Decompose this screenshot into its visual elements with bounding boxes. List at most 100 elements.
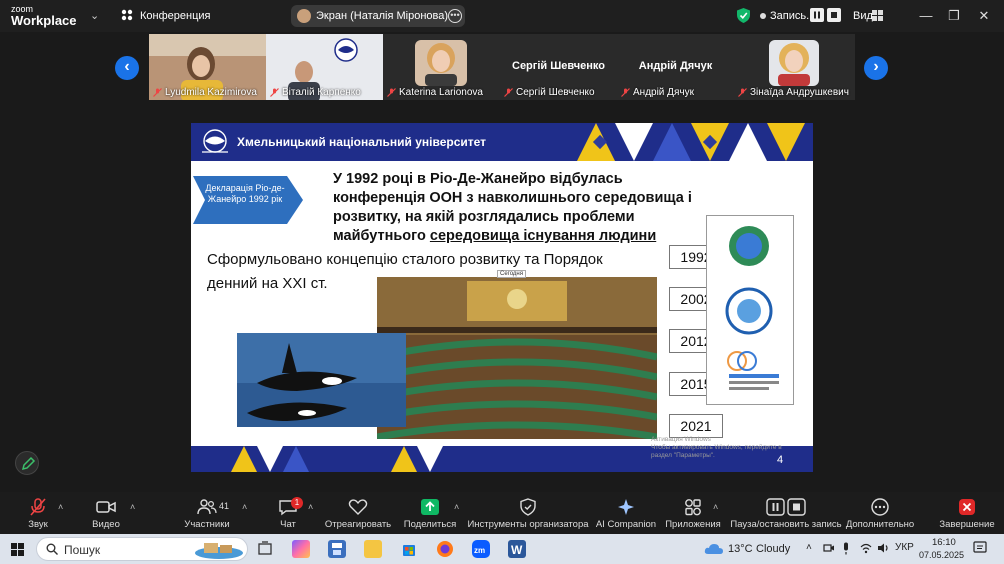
weather-description: Cloudy	[756, 543, 791, 555]
meeting-title[interactable]: Конференция	[140, 10, 210, 22]
apps-label: Приложения	[665, 519, 721, 530]
chat-badge: 1	[291, 497, 303, 509]
avatar	[297, 9, 311, 23]
ai-companion-label: AI Companion	[595, 519, 657, 530]
year-box: 2021	[669, 414, 723, 438]
people-icon	[197, 499, 217, 515]
participant-tile[interactable]: Андрій Дячук Андрій Дячук	[617, 34, 734, 100]
slide-number: 4	[777, 454, 784, 466]
weather-temperature: 13°C	[728, 543, 753, 555]
cloud-icon[interactable]	[704, 542, 724, 555]
participant-name: Katerina Larionova	[387, 87, 483, 98]
copilot-icon[interactable]	[292, 540, 310, 558]
chevron-up-icon[interactable]: ˄	[713, 502, 718, 512]
chevron-up-icon[interactable]: ˄	[130, 502, 135, 512]
decorative-pattern	[231, 446, 443, 472]
close-button[interactable]: ✕	[976, 8, 992, 24]
notifications-icon[interactable]	[973, 541, 987, 555]
more-icon[interactable]: •••	[448, 9, 462, 23]
activation-line: Активация Windows	[651, 436, 711, 443]
participants-button[interactable]: Участники	[167, 498, 247, 530]
host-tools-label: Инструменты организатора	[467, 519, 589, 530]
gallery-next-button[interactable]: ›	[864, 56, 888, 80]
meeting-icon	[121, 9, 133, 21]
wifi-icon[interactable]	[860, 542, 872, 554]
mic-off-icon	[504, 88, 513, 97]
participant-name: Зінаїда Андрушкевич	[738, 87, 849, 98]
chevron-up-icon[interactable]: ˄	[454, 502, 459, 512]
chevron-up-icon[interactable]: ˄	[806, 542, 812, 553]
svg-text:zm: zm	[474, 546, 485, 555]
tooltip: Сегодня	[497, 270, 526, 278]
windows-start-icon[interactable]	[11, 543, 24, 556]
sparkle-icon	[618, 499, 634, 515]
clock-time[interactable]: 16:10	[932, 537, 956, 548]
speaker-icon[interactable]	[877, 542, 889, 554]
task-view-icon[interactable]	[256, 540, 274, 558]
stop-icon	[831, 12, 837, 18]
participant-tile[interactable]: Katerina Larionova	[383, 34, 500, 100]
more-label: Дополнительно	[845, 519, 915, 530]
video-gallery: Lyudmila Kazimirova Віталій Карпенко Kat…	[149, 34, 855, 100]
share-label: Поделиться	[403, 519, 457, 530]
restore-button[interactable]: ❐	[946, 8, 962, 24]
camera-tray-icon[interactable]	[823, 542, 835, 554]
mic-off-icon	[387, 88, 396, 97]
svg-text:W: W	[511, 543, 523, 557]
chevron-up-icon[interactable]: ˄	[58, 502, 63, 512]
participant-tile[interactable]: Віталій Карпенко	[266, 34, 383, 100]
save-app-icon[interactable]	[328, 540, 346, 558]
gallery-prev-button[interactable]: ‹	[115, 56, 139, 80]
heart-icon	[348, 499, 368, 515]
pause-recording-button[interactable]	[810, 8, 824, 22]
encryption-shield-icon[interactable]	[737, 8, 750, 23]
participant-name: Віталій Карпенко	[270, 87, 361, 98]
participant-tile[interactable]: Сергій Шевченко Сергій Шевченко	[500, 34, 617, 100]
search-placeholder: Пошук	[64, 543, 101, 557]
firefox-icon[interactable]	[436, 540, 454, 558]
zoom-app-icon[interactable]: zm	[472, 540, 490, 558]
mic-off-icon	[738, 88, 747, 97]
search-icon	[46, 543, 58, 555]
microphone-tray-icon[interactable]	[841, 542, 851, 555]
un-assembly-photo	[377, 277, 657, 439]
participant-name: Lyudmila Kazimirova	[153, 87, 257, 98]
more-icon	[871, 498, 889, 516]
grid-view-icon[interactable]	[872, 10, 883, 21]
end-meeting-button[interactable]: Завершение	[938, 498, 996, 530]
participant-tile[interactable]: Зінаїда Андрушкевич	[734, 34, 855, 100]
host-tools-button[interactable]: Инструменты организатора	[467, 498, 589, 530]
pause-stop-recording-button[interactable]: Пауза/остановить запись	[730, 498, 842, 530]
end-call-icon	[959, 499, 975, 515]
participant-display-name: Андрій Дячук	[638, 60, 713, 72]
chat-button[interactable]: Чат	[248, 498, 328, 530]
microsoft-store-icon[interactable]	[400, 540, 418, 558]
slide-main-text: У 1992 році в Ріо-Де-Жанейро відбулась к…	[333, 170, 713, 246]
minimize-button[interactable]: —	[918, 8, 934, 24]
mic-off-icon	[153, 88, 162, 97]
word-icon[interactable]: W	[508, 540, 526, 558]
clock-date[interactable]: 07.05.2025	[919, 550, 964, 560]
end-meeting-label: Завершение	[939, 519, 995, 530]
chevron-down-icon[interactable]: ⌄	[90, 9, 99, 22]
summit-logos	[725, 226, 779, 390]
view-button[interactable]: Вид	[853, 10, 873, 22]
decorative-pattern	[577, 123, 813, 161]
pause-stop-recording-label: Пауза/остановить запись	[730, 519, 842, 530]
chevron-up-icon[interactable]: ˄	[308, 502, 313, 512]
chevron-up-icon[interactable]: ˄	[242, 502, 247, 512]
participant-tile[interactable]: Lyudmila Kazimirova	[149, 34, 266, 100]
react-button[interactable]: Отреагировать	[318, 498, 398, 530]
mic-off-icon	[270, 88, 279, 97]
more-button[interactable]: Дополнительно	[840, 498, 920, 530]
apps-button[interactable]: Приложения	[653, 498, 733, 530]
file-explorer-icon[interactable]	[364, 540, 382, 558]
mic-off-icon	[621, 88, 630, 97]
input-language-indicator[interactable]: УКР	[895, 542, 914, 553]
annotate-button[interactable]	[15, 451, 39, 475]
chat-label: Чат	[280, 519, 296, 530]
stop-recording-button[interactable]	[827, 8, 841, 22]
participant-name: Андрій Дячук	[621, 87, 694, 98]
pencil-icon	[21, 456, 36, 471]
recording-dot-icon	[760, 13, 766, 19]
